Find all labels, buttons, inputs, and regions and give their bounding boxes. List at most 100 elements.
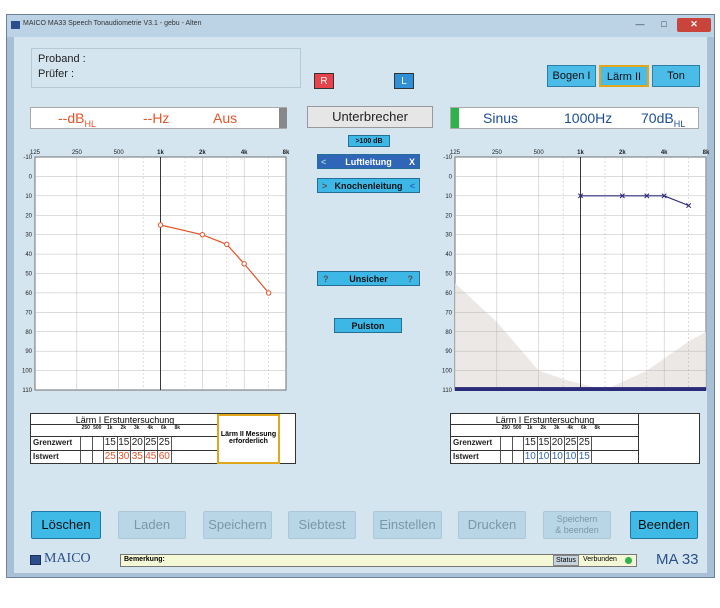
db-tick-label: 50 [25, 272, 32, 278]
over-100db-button[interactable]: >100 dB [348, 135, 390, 147]
db-tick-label: 70 [25, 310, 32, 316]
laerm-button[interactable]: Lärm II [599, 65, 649, 87]
db-tick-label: 100 [22, 369, 33, 375]
freq-header-cell: 250 [501, 425, 510, 431]
einstellen-button[interactable]: Einstellen [373, 511, 442, 539]
db-tick-label: 40 [25, 252, 32, 258]
db-tick-label: 30 [25, 233, 32, 239]
knochenleitung-button[interactable]: > Knochenleitung < [317, 178, 420, 193]
connected-indicator-icon [625, 557, 632, 564]
table-cell: 20 [550, 437, 563, 450]
left-ear-button[interactable]: L [394, 73, 414, 89]
db-tick-label: 40 [445, 252, 452, 258]
freq-header-cell: 1k [526, 425, 533, 431]
table-right-border [638, 414, 639, 463]
laden-button[interactable]: Laden [118, 511, 186, 539]
app-icon [11, 21, 20, 29]
freq-tick-label: 1k [157, 150, 164, 156]
unsicher-button[interactable]: ? Unsicher? [317, 271, 420, 286]
speichern-button[interactable]: Speichern [203, 511, 272, 539]
db-tick-label: 10 [25, 194, 32, 200]
table-cell: 25 [103, 451, 116, 464]
db-tick-label: 90 [25, 349, 32, 355]
freq-tick-label: 250 [492, 150, 503, 156]
table-cell: 15 [536, 437, 550, 450]
row-label: Grenzwert [33, 438, 73, 447]
freq-header-cell: 3k [133, 425, 140, 431]
db-readout: --dBHL [58, 110, 96, 129]
freq-tick-label: 250 [72, 150, 83, 156]
hz-readout: --Hz [143, 110, 170, 126]
table-cell: 10 [563, 451, 577, 464]
table-cell: 15 [116, 437, 130, 450]
ton-button[interactable]: Ton [652, 65, 700, 87]
right-ear-button[interactable]: R [314, 73, 334, 89]
table-cell: 15 [103, 437, 116, 450]
freq-header-cell: 8k [594, 425, 601, 431]
table-cell: 10 [536, 451, 550, 464]
model-label: MA 33 [656, 551, 699, 568]
db-tick-label: 60 [445, 291, 452, 297]
freq-tick-label: 2k [619, 150, 626, 156]
freq-tick-label: 125 [30, 150, 41, 156]
display-indicator [451, 108, 459, 128]
table-cell: 25 [143, 437, 157, 450]
table-cell: 15 [523, 437, 536, 450]
drucken-button[interactable]: Drucken [458, 511, 526, 539]
speichern-beenden-button[interactable]: Speichern & beenden [543, 511, 611, 539]
db-tick-label: 110 [22, 388, 32, 394]
table-cell: 25 [157, 437, 170, 450]
freq-header-cell: 6k [580, 425, 587, 431]
unterbrecher-button[interactable]: Unterbrecher [307, 106, 433, 128]
table-cell: 60 [157, 451, 170, 464]
freq-header-cell: 2k [540, 425, 547, 431]
table-cell: 15 [577, 451, 590, 464]
laerm-note: Lärm II Messung erforderlich [217, 414, 280, 464]
luftleitung-button[interactable]: < Luftleitung X [317, 154, 420, 169]
main-panel: Proband : Prüfer : R L Bogen I Lärm II T… [14, 37, 710, 573]
left-audiogram[interactable]: -100102030405060708090100110125 250 500 1k 2… [434, 147, 714, 409]
loeschen-button[interactable]: Löschen [31, 511, 101, 539]
db-tick-label: 110 [442, 388, 452, 394]
table-cell [80, 451, 92, 464]
table-cell: 35 [130, 451, 143, 464]
right-result-table: Lärm I Erstuntersuchung 250 500 1k 2k 3k 4k 6k… [450, 413, 700, 464]
table-cell [170, 451, 185, 464]
right-ear-display: --dBHL --Hz Aus [30, 107, 287, 129]
freq-header-cell: 1k [106, 425, 113, 431]
table-cell: 10 [550, 451, 563, 464]
db-tick-label: 0 [449, 174, 453, 180]
freq-header-cell: 4k [567, 425, 574, 431]
freq-header-cell: 2k [120, 425, 127, 431]
freq-header-cell: 6k [160, 425, 167, 431]
siebtest-button[interactable]: Siebtest [288, 511, 356, 539]
table-cell [170, 437, 185, 450]
freq-tick-label: 2k [199, 150, 206, 156]
table-cell: 30 [116, 451, 130, 464]
threshold-point [265, 290, 272, 296]
freq-header-cell: 500 [93, 425, 102, 431]
db-tick-label: 10 [445, 194, 452, 200]
db-tick-label: 20 [445, 213, 452, 219]
bogen-button[interactable]: Bogen I [547, 65, 596, 87]
pulston-button[interactable]: Pulston [334, 318, 402, 333]
close-button[interactable]: ✕ [677, 18, 711, 32]
connection-status: Verbunden [583, 556, 617, 563]
beenden-button[interactable]: Beenden [630, 511, 698, 539]
maximize-button[interactable]: □ [653, 18, 675, 32]
freq-tick-label: 500 [114, 150, 125, 156]
db-tick-label: 0 [29, 174, 33, 180]
remark-field[interactable]: Bemerkung: Status Verbunden [120, 554, 637, 567]
freq-tick-label: 125 [450, 150, 461, 156]
right-audiogram[interactable]: -100102030405060708090100110125 250 500 1k 2… [14, 147, 294, 409]
table-cell [80, 437, 92, 450]
db-tick-label: 100 [442, 369, 453, 375]
table-cell: 25 [563, 437, 577, 450]
proband-label: Proband : [38, 53, 86, 65]
table-cell: 20 [130, 437, 143, 450]
minimize-button[interactable]: — [629, 18, 651, 32]
masking-bar [455, 387, 706, 391]
freq-tick-label: 4k [241, 150, 248, 156]
threshold-point [224, 241, 230, 248]
db-tick-label: 80 [25, 330, 32, 336]
